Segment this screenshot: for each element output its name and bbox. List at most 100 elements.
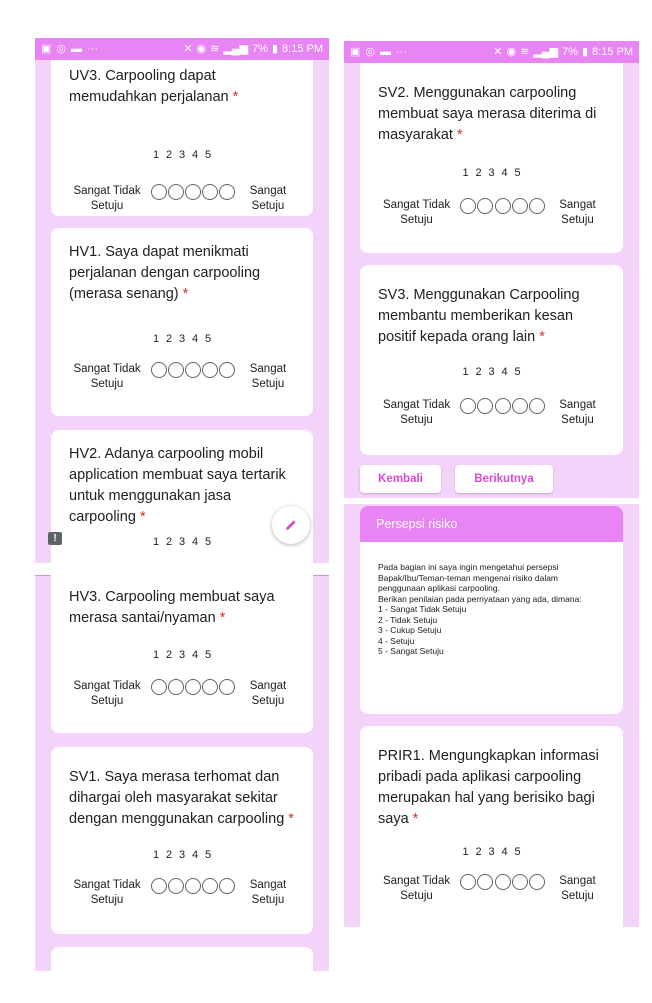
scale-numbers: 12345 <box>462 846 521 858</box>
wifi-icon: ≋ <box>210 42 220 55</box>
linear-scale: Sangat Tidak Setuju Sangat Setuju <box>51 184 313 214</box>
radio-option-1[interactable] <box>460 398 477 414</box>
status-bar: ▣ ◎ ▬ ··· ✕ ◉ ≋ ▂▄▆ 7% ▮ 8:15 PM <box>344 41 639 63</box>
linear-scale: Sangat Tidak Setuju Sangat Setuju <box>51 362 313 392</box>
radio-option-4[interactable] <box>511 398 528 414</box>
clock: 8:15 PM <box>282 43 323 55</box>
radio-option-5[interactable] <box>528 198 545 214</box>
radio-option-3[interactable] <box>185 362 201 378</box>
whatsapp-icon: ◎ <box>365 45 376 58</box>
question-card-prir1: PRIR1. Mengungkapkan informasi pribadi p… <box>360 726 623 927</box>
question-card-hv1: HV1. Saya dapat menikmati perjalanan den… <box>51 228 313 416</box>
radio-option-5[interactable] <box>219 878 236 894</box>
radio-option-4[interactable] <box>202 362 219 378</box>
radio-option-5[interactable] <box>528 874 545 890</box>
scale-numbers: 12345 <box>152 849 212 861</box>
mute-icon: ✕ <box>183 42 193 55</box>
more-icon: ··· <box>396 45 408 58</box>
radio-option-2[interactable] <box>167 184 184 200</box>
scale-high-label: Sangat Setuju <box>249 879 287 906</box>
radio-option-4[interactable] <box>202 184 219 200</box>
whatsapp-icon: ◎ <box>56 42 67 55</box>
question-title: HV1. Saya dapat menikmati perjalanan den… <box>69 244 261 302</box>
battery-percent: 7% <box>562 46 578 58</box>
question-card-sv3: SV3. Menggunakan Carpooling membantu mem… <box>360 265 623 455</box>
radio-option-2[interactable] <box>167 878 184 894</box>
linear-scale: Sangat Tidak Setuju Sangat Setuju <box>51 878 313 908</box>
radio-option-1[interactable] <box>460 874 477 890</box>
scale-numbers: 12345 <box>462 366 521 378</box>
pencil-icon <box>286 520 296 530</box>
radio-option-1[interactable] <box>150 184 167 200</box>
radio-option-4[interactable] <box>511 874 528 890</box>
radio-option-5[interactable] <box>219 679 236 695</box>
question-title: PRIR1. Mengungkapkan informasi pribadi p… <box>378 748 599 827</box>
section-header: Persepsi risiko <box>360 506 623 542</box>
scale-low-label: Sangat Tidak Setuju <box>73 363 141 390</box>
radio-option-3[interactable] <box>185 184 201 200</box>
radio-option-3[interactable] <box>494 198 511 214</box>
linear-scale: Sangat Tidak Setuju Sangat Setuju <box>360 874 623 904</box>
scale-high-label: Sangat Setuju <box>559 399 596 426</box>
radio-option-3[interactable] <box>185 878 201 894</box>
radio-option-3[interactable] <box>494 874 511 890</box>
screenshot-panel-top-left: ▣ ◎ ▬ ··· ✕ ◉ ≋ ▂▄▆ 7% ▮ 8:15 PM UV3. Ca… <box>35 38 329 563</box>
radio-option-1[interactable] <box>150 878 167 894</box>
next-button[interactable]: Berikutnya <box>455 465 553 493</box>
question-title: UV3. Carpooling dapat memudahkan perjala… <box>69 68 239 105</box>
radio-option-2[interactable] <box>167 362 184 378</box>
scale-high-label: Sangat Setuju <box>249 363 287 390</box>
signal-icon: ▂▄▆ <box>533 45 559 58</box>
radio-option-5[interactable] <box>219 362 236 378</box>
question-title: HV3. Carpooling membuat saya merasa sant… <box>69 589 275 626</box>
radio-option-2[interactable] <box>477 874 494 890</box>
linear-scale: Sangat Tidak Setuju Sangat Setuju <box>51 679 313 709</box>
battery-icon: ▮ <box>581 45 589 58</box>
scale-high-label: Sangat Setuju <box>249 185 287 212</box>
linear-scale: Sangat Tidak Setuju Sangat Setuju <box>360 398 623 428</box>
question-title: SV3. Menggunakan Carpooling membantu mem… <box>378 287 580 345</box>
scale-high-label: Sangat Setuju <box>249 680 287 707</box>
screenshot-panel-bottom-left: HV3. Carpooling membuat saya merasa sant… <box>35 575 329 971</box>
question-title: SV2. Menggunakan carpooling membuat saya… <box>378 85 597 143</box>
scale-low-label: Sangat Tidak Setuju <box>73 879 141 906</box>
question-card-sv2: SV2. Menggunakan carpooling membuat saya… <box>360 63 623 253</box>
radio-option-2[interactable] <box>477 198 494 214</box>
mute-icon: ✕ <box>493 45 503 58</box>
radio-option-2[interactable] <box>477 398 494 414</box>
radio-option-2[interactable] <box>167 679 184 695</box>
scale-low-label: Sangat Tidak Setuju <box>382 199 451 226</box>
radio-option-1[interactable] <box>460 198 477 214</box>
radio-option-5[interactable] <box>219 184 236 200</box>
back-button[interactable]: Kembali <box>360 465 441 493</box>
scale-low-label: Sangat Tidak Setuju <box>73 680 141 707</box>
question-card-uv3: UV3. Carpooling dapat memudahkan perjala… <box>51 60 313 216</box>
battery-percent: 7% <box>252 43 268 55</box>
alarm-icon: ◉ <box>506 45 517 58</box>
feedback-icon[interactable]: ! <box>48 532 62 545</box>
radio-option-5[interactable] <box>528 398 545 414</box>
image-icon: ▣ <box>350 45 361 58</box>
radio-option-4[interactable] <box>511 198 528 214</box>
message-icon: ▬ <box>380 45 392 58</box>
scale-low-label: Sangat Tidak Setuju <box>73 185 141 212</box>
radio-option-4[interactable] <box>202 878 219 894</box>
radio-option-3[interactable] <box>494 398 511 414</box>
more-icon: ··· <box>87 42 99 55</box>
question-card-sv1: SV1. Saya merasa terhomat dan dihargai o… <box>51 747 313 934</box>
scale-high-label: Sangat Setuju <box>559 199 596 226</box>
scale-numbers: 12345 <box>462 167 521 179</box>
radio-option-4[interactable] <box>202 679 219 695</box>
question-title: SV1. Saya merasa terhomat dan dihargai o… <box>69 769 294 827</box>
question-card-next <box>51 947 313 971</box>
question-card-hv2: HV2. Adanya carpooling mobil application… <box>51 430 313 563</box>
battery-icon: ▮ <box>271 42 279 55</box>
radio-option-1[interactable] <box>150 362 167 378</box>
radio-option-1[interactable] <box>150 679 167 695</box>
clock: 8:15 PM <box>592 46 633 58</box>
radio-option-3[interactable] <box>185 679 201 695</box>
scale-low-label: Sangat Tidak Setuju <box>382 399 451 426</box>
question-card-hv3: HV3. Carpooling membuat saya merasa sant… <box>51 575 313 733</box>
alarm-icon: ◉ <box>196 42 207 55</box>
edit-fab-button[interactable] <box>272 506 310 544</box>
